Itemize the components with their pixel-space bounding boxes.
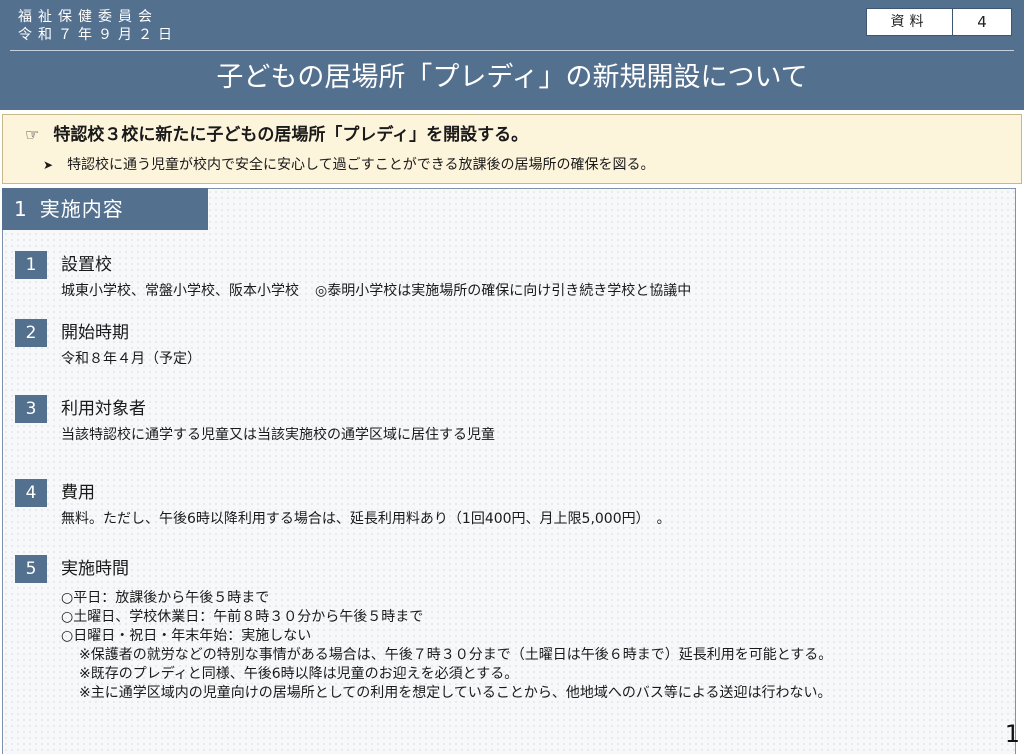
summary-headline-text: 特認校３校に新たに子どもの居場所「プレディ」を開設する。 bbox=[53, 125, 529, 145]
section-title: 実施内容 bbox=[39, 197, 124, 221]
page-number: 1 bbox=[1004, 720, 1020, 748]
item-title: 実施時間 bbox=[61, 559, 129, 579]
header-banner: 福祉保健委員会 令和７年９月２日 資料 4 子どもの居場所「プレディ」の新規開設… bbox=[0, 0, 1024, 110]
document-label: 資料 bbox=[867, 9, 953, 35]
committee-info: 福祉保健委員会 令和７年９月２日 bbox=[18, 8, 178, 44]
item-body: 令和８年４月（予定） bbox=[61, 351, 201, 367]
hours-line: ○平日：放課後から午後５時まで bbox=[61, 590, 270, 606]
summary-detail-text: 特認校に通う児童が校内で安全に安心して過ごすことができる放課後の居場所の確保を図… bbox=[67, 157, 655, 173]
item-body: 城東小学校、常盤小学校、阪本小学校 ◎泰明小学校は実施場所の確保に向け引き続き学校… bbox=[61, 281, 691, 301]
school-note: ◎泰明小学校は実施場所の確保に向け引き続き学校と協議中 bbox=[315, 283, 692, 299]
arrow-icon: ➤ bbox=[43, 158, 54, 172]
hours-note: ※既存のプレディと同様、午後6時以降は児童のお迎えを必須とする。 bbox=[79, 666, 519, 682]
pointing-hand-icon: ☞ bbox=[25, 125, 40, 144]
document-number: 4 bbox=[977, 13, 987, 31]
item-number: 2 bbox=[15, 319, 47, 347]
page-title: 子どもの居場所「プレディ」の新規開設について bbox=[216, 62, 808, 93]
summary-headline: ☞ 特認校３校に新たに子どもの居場所「プレディ」を開設する。 bbox=[25, 124, 528, 146]
item-number: 5 bbox=[15, 555, 47, 583]
item-title: 設置校 bbox=[61, 255, 112, 275]
item-body: 当該特認校に通学する児童又は当該実施校の通学区域に居住する児童 bbox=[61, 427, 495, 443]
item-number: 1 bbox=[15, 251, 47, 279]
item-title: 利用対象者 bbox=[61, 399, 146, 419]
item-title: 費用 bbox=[61, 483, 95, 503]
school-list: 城東小学校、常盤小学校、阪本小学校 bbox=[61, 283, 299, 299]
hours-line: ○日曜日・祝日・年末年始：実施しない bbox=[61, 628, 312, 644]
meeting-date: 令和７年９月２日 bbox=[18, 27, 178, 43]
document-badge: 資料 4 bbox=[866, 8, 1012, 36]
item-number: 4 bbox=[15, 479, 47, 507]
hours-line: ○土曜日、学校休業日：午前８時３０分から午後５時まで bbox=[61, 609, 424, 625]
item-body: 無料。ただし、午後6時以降利用する場合は、延長利用料あり（1回400円、月上限5… bbox=[61, 511, 671, 527]
summary-box: ☞ 特認校３校に新たに子どもの居場所「プレディ」を開設する。 ➤ 特認校に通う児… bbox=[2, 114, 1022, 184]
content-panel: 1 実施内容 1 設置校 城東小学校、常盤小学校、阪本小学校 ◎泰明小学校は実施場所… bbox=[2, 188, 1016, 754]
section-number: 1 bbox=[14, 197, 28, 221]
header-divider bbox=[10, 50, 1014, 51]
item-title: 開始時期 bbox=[61, 323, 129, 343]
hours-note: ※主に通学区域内の児童向けの居場所としての利用を想定していることから、他地域への… bbox=[79, 685, 832, 701]
summary-detail: ➤ 特認校に通う児童が校内で安全に安心して過ごすことができる放課後の居場所の確保… bbox=[43, 155, 655, 175]
section-heading: 1 実施内容 bbox=[2, 188, 208, 230]
hours-note: ※保護者の就労などの特別な事情がある場合は、午後７時３０分まで（土曜日は午後６時… bbox=[79, 647, 833, 663]
item-number: 3 bbox=[15, 395, 47, 423]
hours-details: ○平日：放課後から午後５時まで ○土曜日、学校休業日：午前８時３０分から午後５時… bbox=[61, 589, 832, 703]
committee-name: 福祉保健委員会 bbox=[18, 9, 158, 25]
